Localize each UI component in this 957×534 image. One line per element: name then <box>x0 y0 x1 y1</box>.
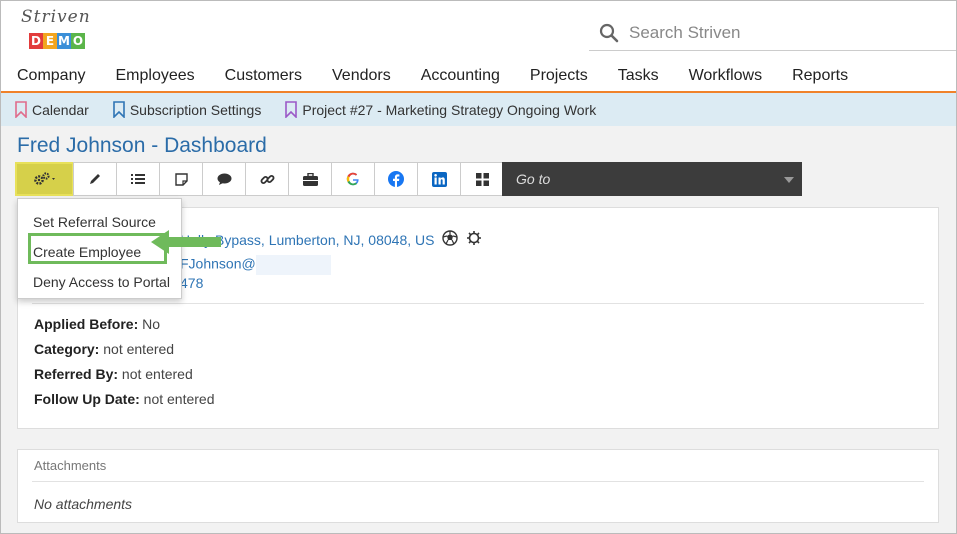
app-window: Striven D E M O Company Employees Custom… <box>0 0 957 534</box>
bookmark-label: Calendar <box>32 101 89 118</box>
nav-reports[interactable]: Reports <box>792 61 848 91</box>
bookmark-icon <box>285 101 298 118</box>
list-icon <box>131 174 145 184</box>
logo-demo-badge: D E M O <box>29 33 85 49</box>
divider <box>32 303 924 304</box>
pencil-icon <box>90 174 100 184</box>
note-icon <box>174 172 188 186</box>
logo-letter: O <box>71 33 85 49</box>
field-value: not entered <box>143 391 215 407</box>
grid-icon <box>475 172 489 186</box>
page-content: Fred Johnson - Dashboard Go to Holly Byp… <box>1 126 956 533</box>
bookmark-calendar[interactable]: Calendar <box>15 101 89 118</box>
facebook-icon <box>388 171 404 187</box>
settings-icon[interactable] <box>466 230 482 249</box>
nav-customers[interactable]: Customers <box>225 61 302 91</box>
nav-company[interactable]: Company <box>17 61 85 91</box>
goto-label: Go to <box>516 171 551 187</box>
bookmark-label: Subscription Settings <box>129 101 262 118</box>
field-label: Applied Before: <box>34 316 139 332</box>
field-value: not entered <box>121 366 193 382</box>
briefcase-button[interactable] <box>288 162 332 196</box>
map-icon[interactable] <box>442 230 459 249</box>
search-bar <box>589 15 956 51</box>
linkedin-button[interactable] <box>417 162 461 196</box>
link-button[interactable] <box>245 162 289 196</box>
search-icon[interactable] <box>599 23 619 43</box>
goto-select[interactable]: Go to <box>502 162 802 196</box>
annotation-arrow-icon <box>151 230 221 254</box>
field-label: Referred By: <box>34 366 119 382</box>
highlight-box <box>28 233 167 264</box>
google-button[interactable] <box>331 162 375 196</box>
bookmarks-bar: Calendar Subscription Settings Project #… <box>1 93 956 126</box>
linkedin-icon <box>431 171 447 187</box>
nav-workflows[interactable]: Workflows <box>689 61 763 91</box>
link-icon <box>260 174 274 184</box>
gears-icon <box>33 172 55 185</box>
field-category: Category: not entered <box>34 341 174 357</box>
gear-menu-button[interactable] <box>15 162 74 196</box>
bookmark-icon <box>113 101 125 118</box>
nav-vendors[interactable]: Vendors <box>332 61 391 91</box>
attachments-panel: Attachments No attachments <box>17 449 939 523</box>
address-row: Holly Bypass, Lumberton, NJ, 08048, US <box>180 230 482 249</box>
bookmark-icon <box>15 101 27 118</box>
logo-letter: E <box>43 33 57 49</box>
attachments-title: Attachments <box>34 458 107 473</box>
field-value: No <box>142 316 161 332</box>
search-input[interactable] <box>629 19 929 47</box>
phone-link[interactable]: 478 <box>180 275 203 291</box>
logo-letter: D <box>29 33 43 49</box>
page-title: Fred Johnson - Dashboard <box>17 134 267 157</box>
nav-tasks[interactable]: Tasks <box>618 61 659 91</box>
google-icon <box>346 172 359 186</box>
chevron-down-icon <box>784 177 794 183</box>
action-toolbar: Go to <box>15 162 802 196</box>
dashboard-grid-button[interactable] <box>460 162 504 196</box>
striven-demo-logo[interactable]: Striven D E M O <box>19 5 99 51</box>
comment-icon <box>217 173 231 185</box>
list-button[interactable] <box>116 162 160 196</box>
menu-item-deny-access-to-portal[interactable]: Deny Access to Portal <box>18 267 181 297</box>
field-applied-before: Applied Before: No <box>34 316 160 332</box>
edit-button[interactable] <box>73 162 117 196</box>
bookmark-subscription-settings[interactable]: Subscription Settings <box>113 101 262 118</box>
header: Striven D E M O <box>1 1 956 59</box>
email-link[interactable]: FJohnson@ <box>180 255 331 275</box>
field-follow-up-date: Follow Up Date: not entered <box>34 391 215 407</box>
field-label: Category: <box>34 341 100 357</box>
field-referred-by: Referred By: not entered <box>34 366 193 382</box>
main-nav: Company Employees Customers Vendors Acco… <box>1 61 956 93</box>
bookmark-label: Project #27 - Marketing Strategy Ongoing… <box>302 101 597 118</box>
comment-button[interactable] <box>202 162 246 196</box>
note-button[interactable] <box>159 162 203 196</box>
field-label: Follow Up Date: <box>34 391 140 407</box>
facebook-button[interactable] <box>374 162 418 196</box>
briefcase-icon <box>302 172 318 186</box>
nav-projects[interactable]: Projects <box>530 61 588 91</box>
divider <box>32 481 924 482</box>
nav-accounting[interactable]: Accounting <box>421 61 500 91</box>
attachments-empty-text: No attachments <box>34 496 133 512</box>
logo-letter: M <box>57 33 71 49</box>
logo-script-text: Striven <box>21 7 91 27</box>
field-value: not entered <box>103 341 175 357</box>
bookmark-project-27[interactable]: Project #27 - Marketing Strategy Ongoing… <box>285 101 596 118</box>
email-text: FJohnson@ <box>180 255 256 272</box>
redacted-email-domain <box>255 255 331 275</box>
nav-employees[interactable]: Employees <box>115 61 194 91</box>
